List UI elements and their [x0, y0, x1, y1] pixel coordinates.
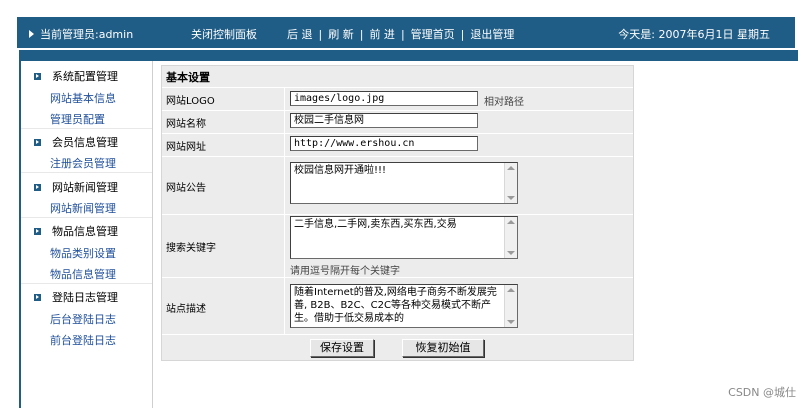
close-panel-link[interactable]: 关闭控制面板 [191, 26, 257, 42]
scroll-down-icon[interactable] [507, 320, 515, 324]
logout-link[interactable]: 退出管理 [470, 28, 514, 41]
back-link[interactable]: 后 退 [287, 28, 313, 41]
keywords-label: 搜索关键字 [166, 243, 216, 254]
section-title: 网站新闻管理 [52, 181, 118, 194]
scroll-down-icon[interactable] [507, 196, 515, 200]
sidebar-section-login-logs[interactable]: 登陆日志管理 [34, 289, 118, 305]
sidebar-item-admin-config[interactable]: 管理员配置 [50, 111, 105, 127]
notice-label: 网站公告 [166, 183, 206, 194]
button-row: 保存设置 恢复初始值 [162, 334, 633, 361]
notice-text: 校园信息网开通啦!!! [294, 165, 387, 176]
admin-label: 当前管理员:admin [40, 28, 134, 41]
column-divider [284, 111, 285, 133]
column-divider [284, 88, 285, 110]
keywords-text: 二手信息,二手网,卖东西,买东西,交易 [294, 219, 457, 230]
save-button[interactable]: 保存设置 [310, 339, 374, 357]
scroll-down-icon[interactable] [507, 251, 515, 255]
bullet-icon [34, 73, 41, 80]
scroll-up-icon[interactable] [507, 220, 515, 224]
notice-scrollbar[interactable] [504, 163, 517, 203]
column-divider [284, 215, 285, 277]
notice-row: 网站公告 校园信息网开通啦!!! [162, 156, 633, 214]
sidebar-section-system[interactable]: 系统配置管理 [34, 68, 118, 84]
logo-row: 网站LOGO images/logo.jpg 相对路径 [162, 87, 633, 110]
panel-heading: 基本设置 [166, 71, 210, 84]
section-title: 物品信息管理 [52, 225, 118, 238]
bullet-icon [34, 228, 41, 235]
description-textarea[interactable]: 随着Internet的普及,网络电子商务不断发展完善, B2B、B2C、C2C等… [290, 284, 518, 328]
keywords-hint: 请用逗号隔开每个关键字 [290, 266, 400, 277]
sidebar-item-item-info[interactable]: 物品信息管理 [50, 266, 116, 282]
sidebar-item-frontend-log[interactable]: 前台登陆日志 [50, 332, 116, 348]
bullet-icon [34, 139, 41, 146]
divider [21, 217, 152, 218]
site-name-input[interactable]: 校园二手信息网 [290, 113, 478, 128]
site-url-label: 网站网址 [166, 142, 206, 153]
refresh-link[interactable]: 刷 新 [328, 28, 354, 41]
divider [21, 172, 152, 173]
date-display: 今天是: 2007年6月1日 星期五 [618, 28, 770, 41]
scroll-up-icon[interactable] [507, 288, 515, 292]
column-divider [284, 278, 285, 334]
sidebar-item-registered-members[interactable]: 注册会员管理 [50, 155, 116, 171]
separator: | [359, 28, 364, 41]
logo-hint: 相对路径 [484, 97, 524, 108]
current-admin: 当前管理员:admin [29, 26, 133, 42]
section-title: 登陆日志管理 [52, 291, 118, 304]
admin-home-link[interactable]: 管理首页 [411, 28, 455, 41]
main-top-strip [150, 50, 798, 61]
column-divider [284, 157, 285, 214]
column-divider [284, 134, 285, 156]
divider [21, 128, 152, 129]
basic-settings-panel: 基本设置 网站LOGO images/logo.jpg 相对路径 网站名称 校园… [161, 65, 634, 361]
site-name-row: 网站名称 校园二手信息网 [162, 110, 633, 133]
keywords-row: 搜索关键字 二手信息,二手网,卖东西,买东西,交易 请用逗号隔开每个关键字 [162, 214, 633, 277]
bullet-icon [34, 184, 41, 191]
keywords-textarea[interactable]: 二手信息,二手网,卖东西,买东西,交易 [290, 216, 518, 259]
notice-textarea[interactable]: 校园信息网开通啦!!! [290, 162, 518, 204]
description-text: 随着Internet的普及,网络电子商务不断发展完善, B2B、B2C、C2C等… [294, 287, 497, 324]
site-name-label: 网站名称 [166, 119, 206, 130]
separator: | [400, 28, 405, 41]
watermark: CSDN @城仕 [728, 386, 796, 399]
divider [21, 283, 152, 284]
arrow-icon [29, 30, 34, 38]
bullet-icon [34, 294, 41, 301]
keywords-scrollbar[interactable] [504, 217, 517, 258]
description-label: 站点描述 [166, 304, 206, 315]
sidebar-top-strip [21, 50, 152, 61]
logo-input[interactable]: images/logo.jpg [290, 91, 478, 106]
sidebar-item-categories[interactable]: 物品类别设置 [50, 245, 116, 261]
sidebar-item-site-info[interactable]: 网站基本信息 [50, 90, 116, 106]
reset-button[interactable]: 恢复初始值 [402, 339, 484, 357]
separator: | [318, 28, 323, 41]
sidebar-item-news[interactable]: 网站新闻管理 [50, 200, 116, 216]
description-scrollbar[interactable] [504, 285, 517, 327]
site-url-row: 网站网址 http://www.ershou.cn [162, 133, 633, 156]
separator: | [460, 28, 465, 41]
sidebar-item-backend-log[interactable]: 后台登陆日志 [50, 311, 116, 327]
section-title: 会员信息管理 [52, 136, 118, 149]
sidebar-section-members[interactable]: 会员信息管理 [34, 134, 118, 150]
top-bar: 当前管理员:admin 关闭控制面板 后 退 | 刷 新 | 前 进 | 管理首页 | 退出管理… [17, 17, 795, 48]
forward-link[interactable]: 前 进 [369, 28, 395, 41]
scroll-up-icon[interactable] [507, 166, 515, 170]
top-nav: 后 退 | 刷 新 | 前 进 | 管理首页 | 退出管理 [287, 26, 514, 42]
sidebar-section-news[interactable]: 网站新闻管理 [34, 179, 118, 195]
sidebar: 系统配置管理 网站基本信息 管理员配置 会员信息管理 注册会员管理 网站新闻管理… [19, 50, 153, 408]
site-url-input[interactable]: http://www.ershou.cn [290, 136, 478, 151]
description-row: 站点描述 随着Internet的普及,网络电子商务不断发展完善, B2B、B2C… [162, 277, 633, 334]
sidebar-section-items[interactable]: 物品信息管理 [34, 223, 118, 239]
section-title: 系统配置管理 [52, 70, 118, 83]
logo-label: 网站LOGO [166, 96, 215, 107]
